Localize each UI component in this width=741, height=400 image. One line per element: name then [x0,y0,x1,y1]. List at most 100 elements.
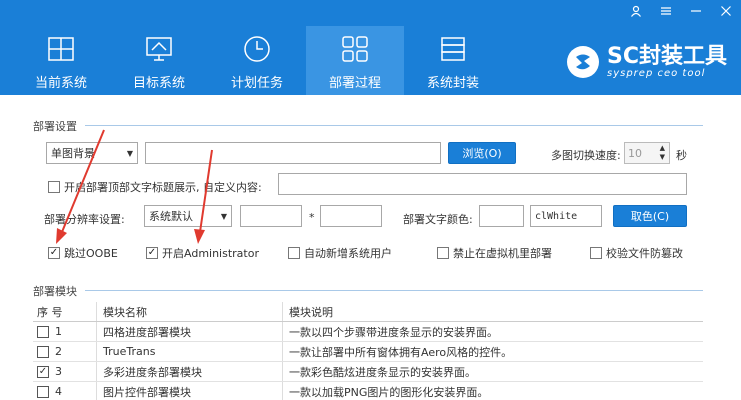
pick-color-button[interactable]: 取色(C) [613,205,687,227]
row-checkbox[interactable] [37,345,49,358]
verify-files-checkbox[interactable]: 校验文件防篡改 [590,245,683,261]
checkbox-box[interactable] [590,247,602,259]
table-row[interactable]: 2 TrueTrans 一款让部署中所有窗体拥有Aero风格的控件。 [33,342,703,362]
browse-button[interactable]: 浏览(O) [448,142,516,164]
block-vm-deploy-checkbox[interactable]: 禁止在虚拟机里部署 [437,245,552,261]
menu-icon[interactable] [659,4,673,18]
resolution-height-input[interactable] [320,205,382,227]
annotation-arrow [194,149,213,244]
brand-subtitle: sysprep ceo tool [607,67,706,79]
table-row[interactable]: 4 图片控件部署模块 一款以加载PNG图片的图形化安装界面。 [33,382,703,400]
row-checkbox[interactable] [37,385,49,398]
tab-label: 计划任务 [230,76,283,91]
background-image-path-input[interactable] [145,142,441,164]
row-desc: 一款以加载PNG图片的图形化安装界面。 [289,385,489,399]
option-label: 校验文件防篡改 [606,247,683,260]
tab-label: 部署过程 [328,76,381,91]
option-label: 开启Administrator [162,247,259,260]
table-header: 序 号 模块名称 模块说明 [33,302,703,322]
main-tabs: 当前系统 目标系统 计划任务 部署过程 系统封装 [12,26,502,95]
switch-speed-spinner[interactable]: 10 ▲ ▼ [624,142,670,164]
tab-deploy-process[interactable]: 部署过程 [306,26,404,95]
section-divider [85,290,703,291]
checkbox-box[interactable]: ✓ [48,247,60,259]
package-icon [441,37,465,61]
skip-oobe-checkbox[interactable]: ✓ 跳过OOBE [48,245,118,261]
checkbox-box[interactable] [437,247,449,259]
resolution-mode-value: 系统默认 [149,210,193,223]
enable-administrator-checkbox[interactable]: ✓ 开启Administrator [146,245,259,261]
auto-add-user-checkbox[interactable]: 自动新增系统用户 [288,245,392,261]
row-desc: 一款以四个步骤带进度条显示的安装界面。 [289,325,498,339]
monitor-icon [146,37,172,61]
chevron-down-icon: ▼ [126,148,133,158]
text-color-swatch[interactable] [479,205,524,227]
resolution-label: 部署分辨率设置: [44,213,125,226]
background-mode-select[interactable]: 单图背景 ▼ [46,142,138,164]
tab-label: 当前系统 [34,76,87,91]
resolution-separator: * [309,211,315,224]
chevron-down-icon: ▼ [220,211,227,221]
checkbox-box[interactable]: ✓ [146,247,158,259]
tab-scheduled-tasks[interactable]: 计划任务 [208,26,306,95]
resolution-mode-select[interactable]: 系统默认 ▼ [144,205,232,227]
header-desc[interactable]: 模块说明 [283,302,703,321]
tab-label: 系统封装 [426,76,479,91]
checkbox-box[interactable] [288,247,300,259]
brand: SC封装工具 sysprep ceo tool [565,44,727,80]
header-index[interactable]: 序 号 [33,302,97,321]
grid-icon [342,36,368,62]
user-icon[interactable] [629,4,643,18]
show-title-checkbox[interactable]: 开启部署顶部文字标题展示, 自定义内容: [48,179,262,195]
row-name: 多彩进度条部署模块 [97,362,283,381]
text-color-input[interactable]: clWhite [530,205,602,227]
row-index-cell: 2 [33,342,97,361]
background-mode-value: 单图背景 [51,147,95,160]
row-checkbox[interactable]: ✓ [37,365,49,378]
custom-title-input[interactable] [278,173,687,195]
tab-current-system[interactable]: 当前系统 [12,26,110,95]
table-row[interactable]: ✓ 3 多彩进度条部署模块 一款彩色酷炫进度条显示的安装界面。 [33,362,703,382]
option-label: 自动新增系统用户 [304,247,392,260]
tab-target-system[interactable]: 目标系统 [110,26,208,95]
row-name: 四格进度部署模块 [97,322,283,341]
tab-system-package[interactable]: 系统封装 [404,26,502,95]
checkbox-box[interactable] [48,181,60,193]
text-color-label: 部署文字颜色: [403,213,473,226]
seconds-unit: 秒 [676,149,687,162]
resolution-width-input[interactable] [240,205,302,227]
row-name: 图片控件部署模块 [97,382,283,400]
row-index-cell: ✓ 3 [33,362,97,381]
row-name: TrueTrans [97,342,283,361]
row-index: 3 [55,365,62,378]
deploy-modules-title: 部署模块 [33,285,77,298]
option-label: 跳过OOBE [64,247,118,260]
row-index-cell: 1 [33,322,97,341]
windows-icon [48,37,74,61]
section-divider [85,125,703,126]
brand-logo-icon [567,46,599,78]
table-row[interactable]: 1 四格进度部署模块 一款以四个步骤带进度条显示的安装界面。 [33,322,703,342]
minimize-icon[interactable] [689,4,703,18]
tab-label: 目标系统 [132,76,185,91]
switch-speed-label: 多图切换速度: [551,149,621,162]
row-checkbox[interactable] [37,325,49,338]
row-index-cell: 4 [33,382,97,400]
window-controls [629,4,733,18]
header-name[interactable]: 模块名称 [97,302,283,321]
row-desc: 一款彩色酷炫进度条显示的安装界面。 [289,365,476,379]
show-title-label: 开启部署顶部文字标题展示, 自定义内容: [64,181,262,194]
clock-icon [244,36,270,62]
switch-speed-value: 10 [628,146,642,160]
row-desc: 一款让部署中所有窗体拥有Aero风格的控件。 [289,345,513,359]
close-icon[interactable] [719,4,733,18]
deploy-settings-title: 部署设置 [33,120,77,133]
brand-title: SC封装工具 [607,43,727,69]
row-index: 2 [55,345,62,358]
option-label: 禁止在虚拟机里部署 [453,247,552,260]
modules-table: 序 号 模块名称 模块说明 1 四格进度部署模块 一款以四个步骤带进度条显示的安… [33,302,703,400]
row-index: 1 [55,325,62,338]
spinner-arrows-icon[interactable]: ▲ ▼ [656,143,669,163]
row-index: 4 [55,385,62,398]
app-header: 当前系统 目标系统 计划任务 部署过程 系统封装 SC封装工具 sysprep … [0,0,741,95]
